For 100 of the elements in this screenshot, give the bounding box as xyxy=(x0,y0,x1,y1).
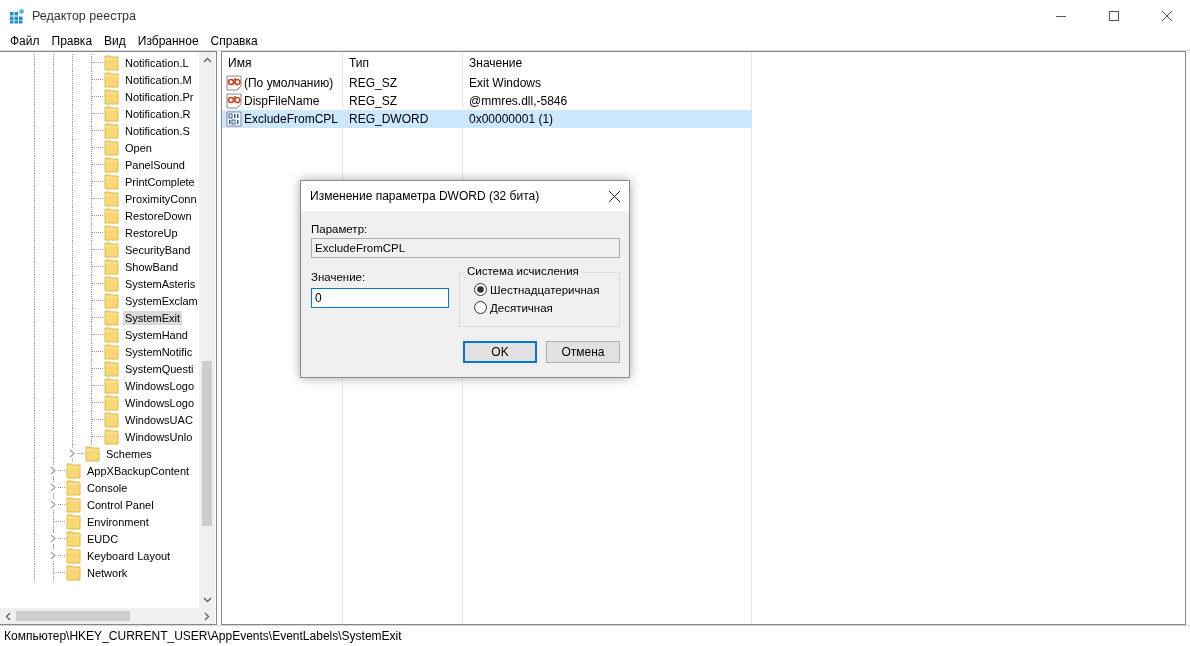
tree-item[interactable]: SystemHand xyxy=(123,327,190,342)
folder-icon xyxy=(104,411,119,428)
expand-chevron-icon[interactable] xyxy=(49,466,57,475)
folder-icon xyxy=(104,105,119,122)
tree-item[interactable]: Notification.L xyxy=(123,55,191,70)
tree-item[interactable]: SecurityBand xyxy=(123,242,193,257)
folder-icon xyxy=(66,564,81,581)
value-name: ExcludeFromCPL xyxy=(244,112,339,126)
tree-item[interactable]: WindowsLogo xyxy=(123,378,197,393)
expand-chevron-icon[interactable] xyxy=(49,500,57,509)
folder-icon xyxy=(104,71,119,88)
folder-icon xyxy=(104,326,119,343)
binary-value-icon xyxy=(226,111,242,127)
folder-icon xyxy=(104,258,119,275)
value-name-cell[interactable]: ExcludeFromCPL xyxy=(222,110,343,128)
tree-item[interactable]: SystemAsteris xyxy=(123,276,198,291)
tree-item[interactable]: Network xyxy=(85,565,130,580)
value-input-field[interactable]: 0 xyxy=(311,288,449,308)
ok-button[interactable]: OK xyxy=(463,341,537,363)
tree-item[interactable]: EUDC xyxy=(85,531,121,546)
scrollbar-thumb[interactable] xyxy=(202,361,212,526)
folder-icon xyxy=(104,343,119,360)
status-bar: Компьютер\HKEY_CURRENT_USER\AppEvents\EventLabels\SystemExit xyxy=(0,625,1190,646)
folder-icon xyxy=(104,88,119,105)
scrollbar-thumb[interactable] xyxy=(16,611,130,621)
expand-chevron-icon[interactable] xyxy=(49,534,57,543)
table-cell: REG_DWORD xyxy=(343,110,463,128)
tree-item[interactable]: ShowBand xyxy=(123,259,181,274)
tree-item[interactable]: SystemNotific xyxy=(123,344,195,359)
tree-item[interactable]: Notification.S xyxy=(123,123,192,138)
tree-item[interactable]: Notification.Pr xyxy=(123,89,196,104)
folder-icon xyxy=(104,292,119,309)
tree-item[interactable]: RestoreUp xyxy=(123,225,180,240)
menu-item[interactable]: Вид xyxy=(98,34,132,48)
close-icon[interactable] xyxy=(608,190,620,202)
tree-item[interactable]: WindowsUnlo xyxy=(123,429,195,444)
menu-item[interactable]: Избранное xyxy=(131,34,205,48)
expand-chevron-icon[interactable] xyxy=(68,449,76,458)
tree-item[interactable]: Environment xyxy=(85,514,151,529)
close-icon[interactable] xyxy=(1162,11,1172,21)
folder-icon xyxy=(104,377,119,394)
folder-icon xyxy=(66,496,81,513)
value-name-cell[interactable]: (По умолчанию) xyxy=(222,74,343,92)
tree-item[interactable]: WindowsLogo xyxy=(123,395,197,410)
menu-item[interactable]: Файл xyxy=(4,34,46,48)
tree-item[interactable]: RestoreDown xyxy=(123,208,194,223)
folder-icon xyxy=(104,224,119,241)
tree-item[interactable]: SystemQuesti xyxy=(123,361,196,376)
field-label: Параметр: xyxy=(311,223,369,235)
expand-chevron-icon[interactable] xyxy=(49,551,57,560)
tree-item[interactable]: Keyboard Layout xyxy=(85,548,173,563)
radio-icon[interactable] xyxy=(474,283,487,296)
string-value-icon xyxy=(226,75,242,91)
group-label: Система исчисления xyxy=(465,265,581,277)
folder-icon xyxy=(104,156,119,173)
tree-item[interactable]: Control Panel xyxy=(85,497,156,512)
tree-item[interactable]: Notification.M xyxy=(123,72,194,87)
horizontal-scrollbar[interactable] xyxy=(0,608,215,624)
tree-item[interactable]: Schemes xyxy=(104,446,154,461)
menu-item[interactable]: Правка xyxy=(45,34,99,48)
cancel-button[interactable]: Отмена xyxy=(546,341,620,363)
radio-option[interactable]: Шестнадцатеричная xyxy=(474,283,619,296)
expand-chevron-icon[interactable] xyxy=(49,483,57,492)
tree-item[interactable]: PanelSound xyxy=(123,157,187,172)
folder-icon xyxy=(66,513,81,530)
tree-item[interactable]: PrintComplete xyxy=(123,174,197,189)
tree-item[interactable]: SystemExclam xyxy=(123,293,199,308)
maximize-icon[interactable] xyxy=(1109,11,1119,21)
folder-icon xyxy=(66,462,81,479)
tree-item[interactable]: AppXBackupContent xyxy=(85,463,192,478)
folder-icon xyxy=(104,190,119,207)
name-field[interactable]: ExcludeFromCPL xyxy=(311,238,620,258)
folder-icon xyxy=(104,360,119,377)
folder-icon xyxy=(85,445,100,462)
column-header[interactable]: Имя xyxy=(222,52,343,74)
folder-icon xyxy=(104,173,119,190)
tree-item[interactable]: SystemExit xyxy=(123,310,182,325)
column-header[interactable]: Тип xyxy=(343,52,463,74)
folder-icon xyxy=(104,139,119,156)
folder-icon xyxy=(104,428,119,445)
tree-item[interactable]: ProximityConn xyxy=(123,191,199,206)
menu-item[interactable]: Справка xyxy=(204,34,264,48)
folder-icon xyxy=(104,275,119,292)
vertical-scrollbar[interactable] xyxy=(199,52,215,608)
table-cell: REG_SZ xyxy=(343,74,463,92)
string-value-icon xyxy=(226,93,242,109)
tree-item[interactable]: Console xyxy=(85,480,130,495)
tree-item[interactable]: Open xyxy=(123,140,154,155)
table-cell: 0x00000001 (1) xyxy=(463,110,752,128)
column-header[interactable]: Значение xyxy=(463,52,752,74)
tree-item[interactable]: Notification.R xyxy=(123,106,193,121)
folder-icon xyxy=(104,241,119,258)
radio-icon[interactable] xyxy=(474,301,487,314)
folder-icon xyxy=(66,479,81,496)
folder-icon xyxy=(104,309,119,326)
tree-item[interactable]: WindowsUAC xyxy=(123,412,195,427)
folder-icon xyxy=(104,207,119,224)
window-title: Редактор реестра xyxy=(32,9,137,23)
radio-option[interactable]: Десятичная xyxy=(474,301,619,314)
folder-icon xyxy=(66,547,81,564)
